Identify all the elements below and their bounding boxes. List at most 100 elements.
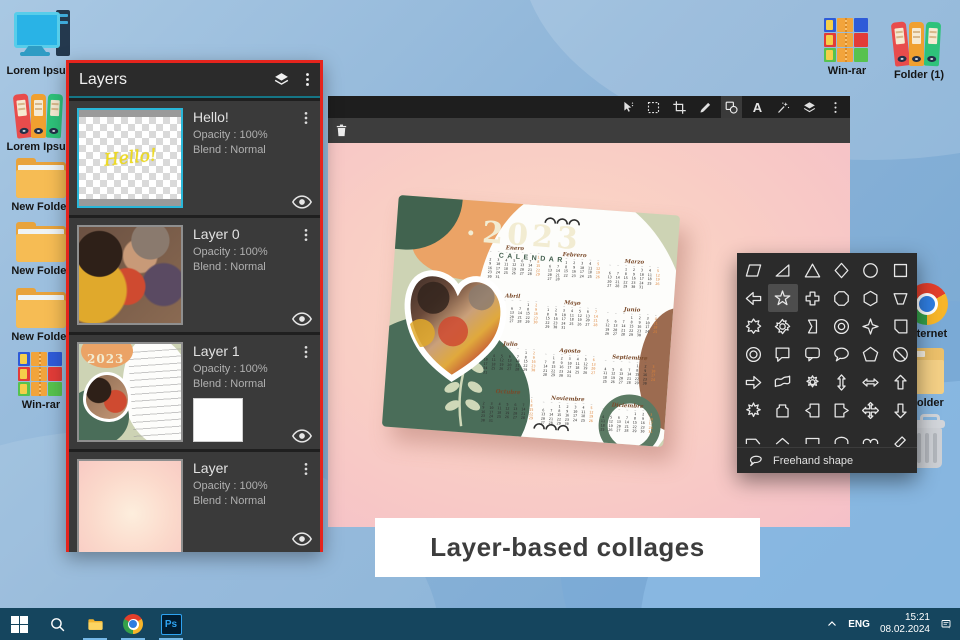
shape-triangle[interactable]	[798, 256, 827, 284]
crop-tool[interactable]	[669, 96, 690, 118]
layer-visibility-icon[interactable]	[291, 195, 313, 209]
shape-pentagon[interactable]	[856, 340, 885, 368]
shape-target[interactable]	[827, 312, 856, 340]
layer-item-layer1[interactable]: 2023 Layer 1 Opacity : 100% Blend : Norm…	[69, 335, 320, 449]
shape-move-arrows[interactable]	[856, 396, 885, 424]
shape-misc-4[interactable]	[827, 424, 856, 447]
taskbar-file-explorer[interactable]	[76, 608, 114, 640]
layer-blend: Blend : Normal	[193, 495, 266, 507]
shape-arrow-right[interactable]	[739, 368, 768, 396]
layer-visibility-icon[interactable]	[291, 312, 313, 326]
shape-misc-5[interactable]	[856, 424, 885, 447]
shape-arrow-left-right[interactable]	[856, 368, 885, 396]
layer-item-layer0[interactable]: Layer 0 Opacity : 100% Blend : Normal	[69, 218, 320, 332]
desktop-icon-winrar-top[interactable]: Win-rar	[814, 18, 880, 77]
shape-hexagon[interactable]	[856, 284, 885, 312]
shape-circle[interactable]	[856, 256, 885, 284]
shape-gear-burst[interactable]	[798, 368, 827, 396]
shape-arrow-left[interactable]	[739, 284, 768, 312]
winrar-icon	[18, 352, 64, 396]
shape-trapezoid[interactable]	[886, 284, 915, 312]
layers-tool[interactable]	[799, 96, 820, 118]
shape-speech-square[interactable]	[768, 340, 797, 368]
layers-panel: Layers Hello! Hello! Opacity : 100% Blen…	[66, 60, 323, 552]
text-tool[interactable]: A	[747, 96, 768, 118]
desktop-icon-label: Folder (1)	[893, 69, 945, 81]
layer-thumbnail[interactable]: Hello!	[77, 108, 183, 208]
desktop-icon-binders[interactable]: Lorem Ipsum	[6, 88, 76, 153]
shape-arrow-up-down[interactable]	[827, 368, 856, 396]
chevron-up-icon[interactable]	[826, 618, 838, 630]
delete-layer-button[interactable]	[331, 120, 352, 142]
shape-tab-arrow-left[interactable]	[798, 396, 827, 424]
desktop-icon-winrar-left[interactable]: Win-rar	[8, 352, 74, 411]
shape-arrow-up[interactable]	[886, 368, 915, 396]
layers-panel-menu-icon[interactable]	[294, 71, 320, 88]
layer-visibility-icon[interactable]	[291, 532, 313, 546]
layer-menu-icon[interactable]	[298, 109, 314, 127]
layer-menu-icon[interactable]	[298, 460, 314, 478]
search-button[interactable]	[38, 608, 76, 640]
clock[interactable]: 15:21 08.02.2024	[880, 612, 930, 636]
shape-tool[interactable]	[721, 96, 742, 118]
layer-thumbnail[interactable]	[77, 225, 183, 325]
move-tool[interactable]	[617, 96, 638, 118]
desktop-icon-folder-1-binders[interactable]: Folder (1)	[886, 16, 952, 81]
shape-banner[interactable]	[798, 312, 827, 340]
start-button[interactable]	[0, 608, 38, 640]
layers-stack-icon[interactable]	[268, 71, 294, 88]
brush-tool[interactable]	[695, 96, 716, 118]
shape-misc-2[interactable]	[768, 424, 797, 447]
shape-parallelogram[interactable]	[739, 256, 768, 284]
layer-item-layer[interactable]: Layer Opacity : 100% Blend : Normal	[69, 452, 320, 552]
freehand-shape-option[interactable]: Freehand shape	[737, 447, 917, 473]
magic-wand-tool[interactable]	[773, 96, 794, 118]
shape-octagon[interactable]	[827, 284, 856, 312]
shape-diamond[interactable]	[827, 256, 856, 284]
shape-burst-10[interactable]	[739, 396, 768, 424]
layer-thumbnail[interactable]	[77, 459, 183, 552]
layer-thumbnail[interactable]: 2023	[77, 342, 183, 442]
layer-mask-thumbnail[interactable]	[193, 398, 243, 442]
notification-center-icon[interactable]	[940, 618, 952, 630]
shape-cross[interactable]	[798, 284, 827, 312]
toolbar-menu-button[interactable]	[825, 96, 846, 118]
layers-panel-title: Layers	[79, 70, 128, 88]
shape-star[interactable]	[768, 284, 798, 312]
shape-star-4[interactable]	[856, 312, 885, 340]
shape-burst-8[interactable]	[739, 312, 768, 340]
shape-no-symbol[interactable]	[886, 340, 915, 368]
shape-tab-arrow-right[interactable]	[827, 396, 856, 424]
editor-toolbar: A	[328, 96, 850, 118]
layer-menu-icon[interactable]	[298, 226, 314, 244]
marquee-select-tool[interactable]	[643, 96, 664, 118]
shape-arrow-down[interactable]	[886, 396, 915, 424]
layer-opacity: Opacity : 100%	[193, 246, 268, 258]
photoshop-icon: Ps	[160, 613, 182, 635]
taskbar-photoshop[interactable]: Ps	[152, 608, 190, 640]
shape-wave-flag[interactable]	[768, 368, 797, 396]
screen: Lorem Ipsum Lorem Ipsum New Folder New F…	[0, 0, 960, 640]
shape-misc-6[interactable]	[886, 424, 915, 447]
shape-gear[interactable]	[768, 312, 797, 340]
layer-menu-icon[interactable]	[298, 343, 314, 361]
shape-clipped-square[interactable]	[886, 312, 915, 340]
desktop-icon-computer[interactable]: Lorem Ipsum	[6, 10, 76, 77]
shape-misc-3[interactable]	[798, 424, 827, 447]
shape-right-triangle[interactable]	[768, 256, 797, 284]
language-indicator[interactable]: ENG	[848, 619, 870, 630]
shape-crown-badge[interactable]	[768, 396, 797, 424]
shape-speech-round[interactable]	[798, 340, 827, 368]
shape-ring[interactable]	[739, 340, 768, 368]
desktop-icon-new-folder-3[interactable]: New Folder	[8, 288, 74, 343]
taskbar-chrome[interactable]	[114, 608, 152, 640]
layer-item-hello[interactable]: Hello! Hello! Opacity : 100% Blend : Nor…	[69, 101, 320, 215]
calendar-artwork[interactable]: 2023 CALENDAR Enero – – – – – – –1 2 3 4 5 6 7 8 9 10 11 1…	[381, 194, 681, 448]
desktop-icon-new-folder-1[interactable]: New Folder	[8, 158, 74, 213]
shape-speech-oval[interactable]	[827, 340, 856, 368]
shape-misc-1[interactable]	[739, 424, 768, 447]
shape-square[interactable]	[886, 256, 915, 284]
winrar-icon	[824, 18, 870, 62]
desktop-icon-new-folder-2[interactable]: New Folder	[8, 222, 74, 277]
layer-visibility-icon[interactable]	[291, 429, 313, 443]
